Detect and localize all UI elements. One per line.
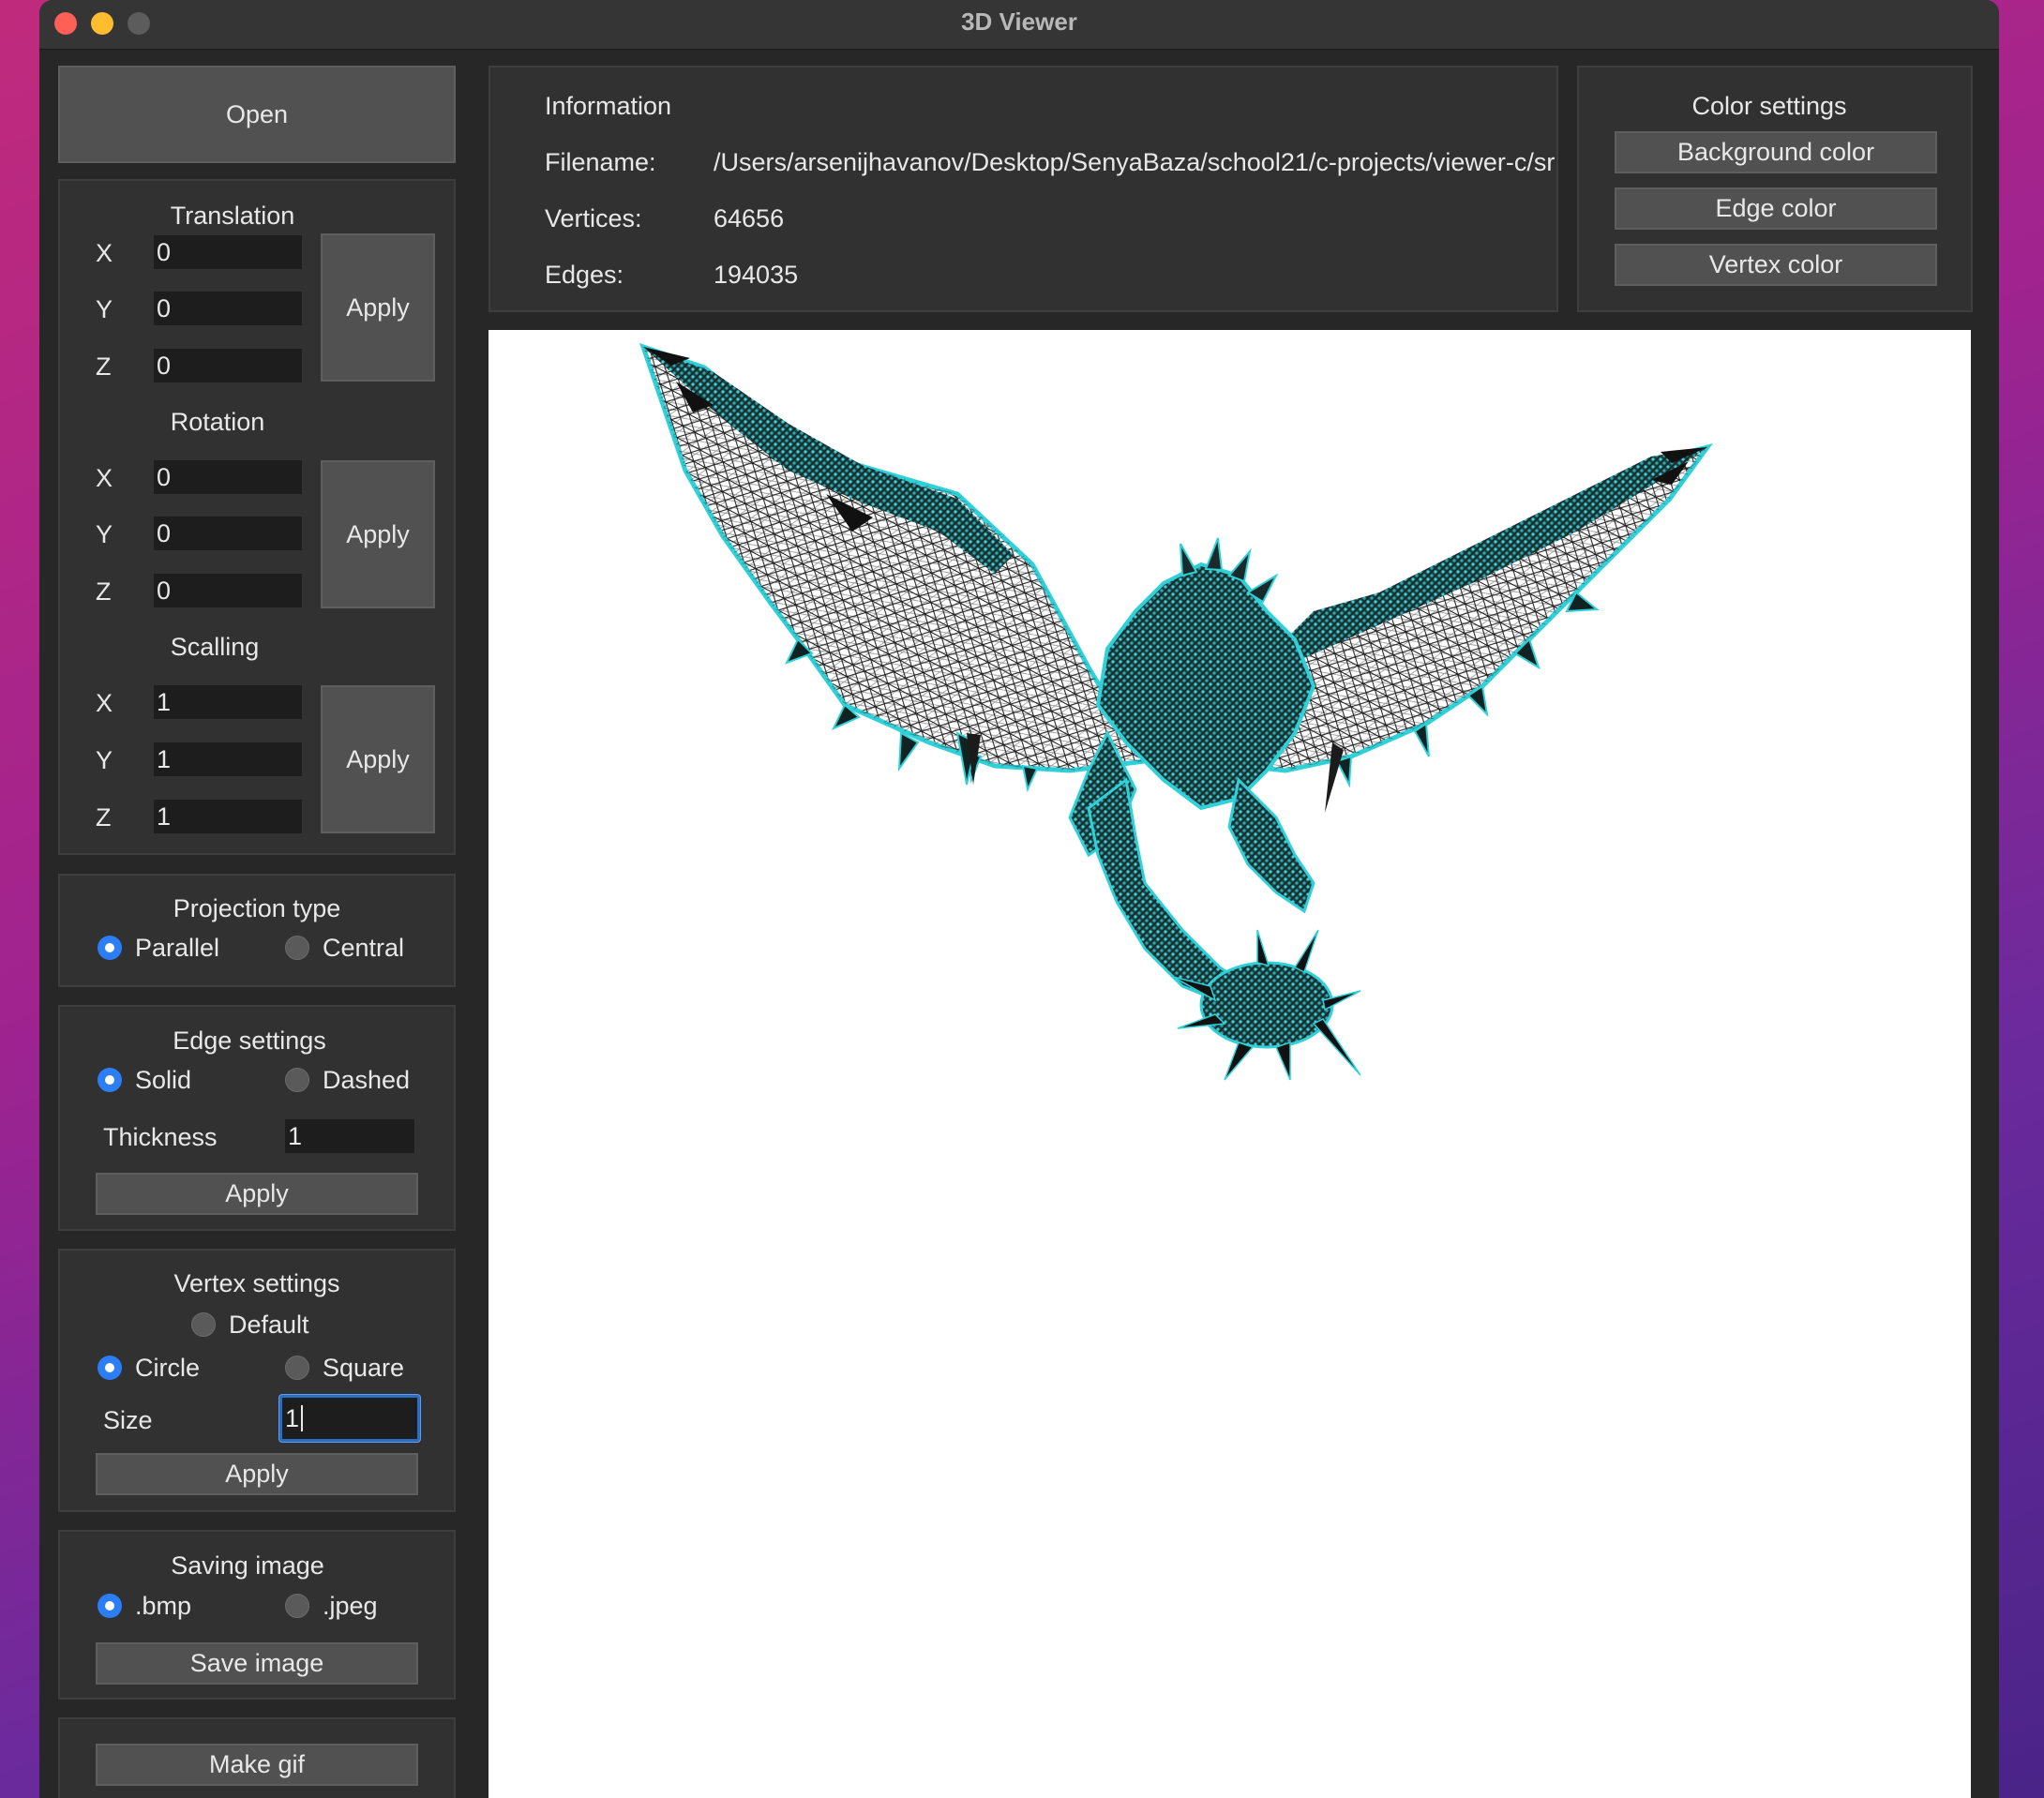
title-bar: 3D Viewer [39, 0, 1999, 50]
central-label: Central [323, 934, 405, 962]
bmp-label: .bmp [135, 1592, 192, 1620]
edges-value: 194035 [714, 261, 799, 289]
translation-x-input[interactable]: 0 [154, 235, 302, 269]
scaling-x-label: X [96, 689, 113, 717]
rotation-y-label: Y [96, 520, 113, 548]
background-color-button[interactable]: Background color [1615, 131, 1937, 173]
projection-heading: Projection type [173, 894, 341, 922]
model-viewport[interactable] [488, 330, 1971, 1798]
circle-label: Circle [135, 1354, 201, 1382]
parallel-radio[interactable] [98, 936, 122, 960]
circle-radio[interactable] [98, 1356, 122, 1380]
jpeg-label: .jpeg [323, 1592, 378, 1620]
translation-y-input[interactable]: 0 [154, 292, 302, 325]
main-window: 3D Viewer Open Translation X 0 Y 0 Z 0 A… [39, 0, 1999, 1798]
size-label: Size [103, 1406, 153, 1434]
make-gif-button[interactable]: Make gif [96, 1744, 418, 1786]
dashed-label: Dashed [323, 1066, 411, 1094]
central-radio[interactable] [285, 936, 309, 960]
bmp-radio[interactable] [98, 1594, 122, 1618]
default-label: Default [229, 1311, 309, 1339]
thickness-label: Thickness [103, 1123, 218, 1151]
rotation-apply-button[interactable]: Apply [321, 460, 435, 608]
scaling-heading: Scalling [170, 633, 260, 661]
dragon-leg [1227, 776, 1315, 914]
size-input[interactable]: 1 [279, 1395, 420, 1442]
save-image-button[interactable]: Save image [96, 1642, 418, 1685]
edges-label: Edges: [545, 261, 624, 289]
square-radio[interactable] [285, 1356, 309, 1380]
scaling-z-input[interactable]: 1 [154, 800, 302, 833]
jpeg-radio[interactable] [285, 1594, 309, 1618]
dragon-wireframe [639, 343, 1714, 1081]
edge-settings-heading: Edge settings [173, 1026, 326, 1055]
edge-color-button[interactable]: Edge color [1615, 187, 1937, 230]
edge-apply-button[interactable]: Apply [96, 1173, 418, 1215]
solid-radio[interactable] [98, 1068, 122, 1092]
window-title: 3D Viewer [961, 7, 1077, 36]
scaling-x-input[interactable]: 1 [154, 685, 302, 719]
information-panel: Information Filename: /Users/arsenijhava… [488, 66, 1558, 312]
translation-apply-button[interactable]: Apply [321, 233, 435, 382]
transform-panel: Translation X 0 Y 0 Z 0 Apply Rotation X… [58, 179, 456, 855]
gif-panel: Make gif [58, 1717, 456, 1798]
square-label: Square [323, 1354, 405, 1382]
saving-image-panel: Saving image .bmp .jpeg Save image [58, 1530, 456, 1700]
vertex-settings-panel: Vertex settings Default Circle Square Si… [58, 1249, 456, 1512]
dragon-tail [1087, 777, 1251, 1007]
vertex-apply-button[interactable]: Apply [96, 1453, 418, 1495]
scaling-y-label: Y [96, 746, 113, 774]
translation-x-label: X [96, 239, 113, 267]
scaling-y-input[interactable]: 1 [154, 742, 302, 776]
rotation-y-input[interactable]: 0 [154, 517, 302, 550]
size-value: 1 [285, 1403, 300, 1432]
open-button[interactable]: Open [58, 66, 456, 163]
vertices-label: Vertices: [545, 204, 642, 232]
translation-z-label: Z [96, 352, 112, 381]
color-settings-heading: Color settings [1691, 92, 1847, 120]
filename-label: Filename: [545, 148, 656, 176]
thickness-input[interactable]: 1 [285, 1119, 414, 1153]
projection-panel: Projection type Parallel Central [58, 874, 456, 987]
translation-y-label: Y [96, 295, 113, 323]
information-heading: Information [545, 92, 672, 120]
vertices-value: 64656 [714, 204, 785, 232]
scaling-z-label: Z [96, 803, 112, 832]
default-radio[interactable] [191, 1312, 216, 1337]
edge-settings-panel: Edge settings Solid Dashed Thickness 1 A… [58, 1005, 456, 1231]
rotation-x-input[interactable]: 0 [154, 460, 302, 494]
rotation-z-label: Z [96, 577, 112, 606]
rotation-z-input[interactable]: 0 [154, 574, 302, 607]
filename-value: /Users/arsenijhavanov/Desktop/SenyaBaza/… [714, 148, 1555, 176]
translation-heading: Translation [170, 202, 295, 230]
rotation-heading: Rotation [170, 408, 265, 436]
vertex-settings-heading: Vertex settings [173, 1269, 340, 1297]
translation-z-input[interactable]: 0 [154, 349, 302, 382]
text-cursor [301, 1405, 304, 1431]
rotation-x-label: X [96, 464, 113, 492]
dashed-radio[interactable] [285, 1068, 309, 1092]
color-settings-panel: Color settings Background color Edge col… [1577, 66, 1973, 312]
solid-label: Solid [135, 1066, 192, 1094]
vertex-color-button[interactable]: Vertex color [1615, 244, 1937, 286]
scaling-apply-button[interactable]: Apply [321, 685, 435, 833]
saving-image-heading: Saving image [171, 1551, 324, 1580]
parallel-label: Parallel [135, 934, 220, 962]
